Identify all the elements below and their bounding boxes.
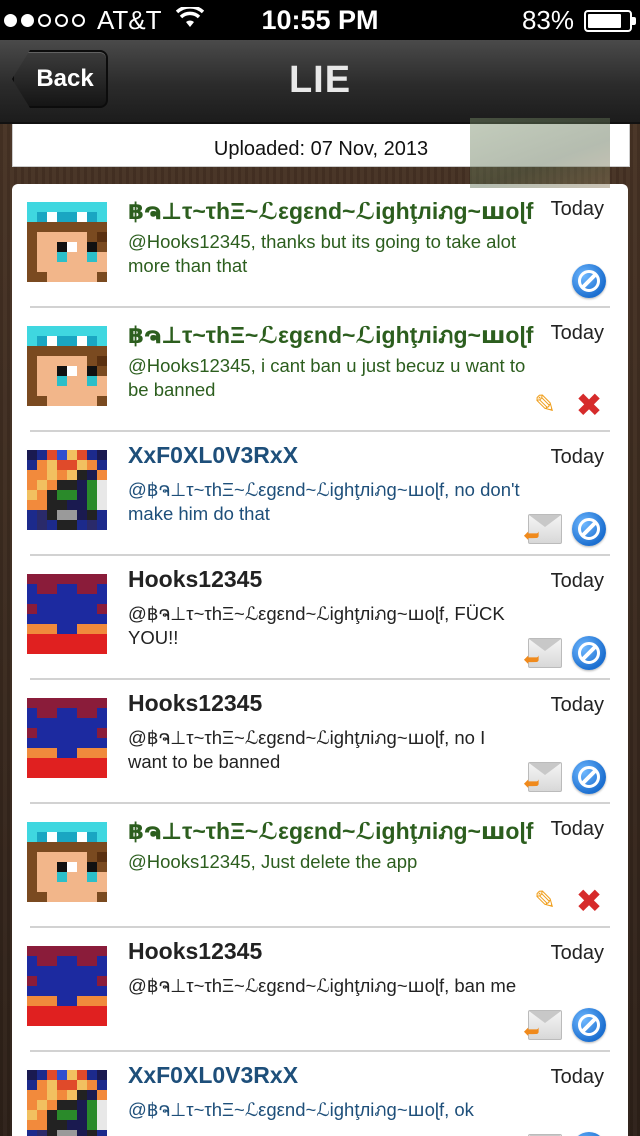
comment-row[interactable]: ฿ຈ⊥τ~τhΞ~ℒεgεnd~ℒighţлiภg~ꟺoɭf Today @Hook… (12, 184, 628, 308)
battery-status: 83% (521, 5, 636, 36)
reply-mail-icon[interactable] (528, 636, 562, 670)
block-icon[interactable] (572, 1132, 606, 1136)
reply-mail-icon[interactable] (528, 1008, 562, 1042)
comment-text: @฿ຈ⊥τ~τhΞ~ℒεgεnd~ℒighţлiภg~ꟺoɭf, ok (128, 1099, 474, 1120)
comment-username[interactable]: XxF0XL0V3RxX (128, 442, 538, 469)
comment-time: Today (550, 446, 604, 468)
battery-percent: 83% (521, 5, 574, 35)
reply-mail-icon[interactable] (528, 760, 562, 794)
comment-actions (572, 264, 606, 298)
comment-row[interactable]: XxF0XL0V3RxX Today @฿ຈ⊥τ~τhΞ~ℒεgεnd~ℒighţл… (12, 1052, 628, 1136)
comment-actions (528, 512, 606, 546)
comment-actions (528, 760, 606, 794)
block-icon[interactable] (572, 512, 606, 546)
comment-actions (528, 1008, 606, 1042)
comment-actions (528, 1132, 606, 1136)
comment-text: @Hooks12345, Just delete the app (128, 851, 418, 872)
comment-row[interactable]: Hooks12345 Today @฿ຈ⊥τ~τhΞ~ℒεgεnd~ℒighţлiภ… (12, 680, 628, 804)
avatar[interactable] (27, 202, 107, 282)
comment-row[interactable]: Hooks12345 Today @฿ຈ⊥τ~τhΞ~ℒεgεnd~ℒighţлiภ… (12, 556, 628, 680)
reply-mail-icon[interactable] (528, 1132, 562, 1136)
grass-block-image (470, 118, 610, 188)
avatar[interactable] (27, 946, 107, 1026)
comment-row[interactable]: ฿ຈ⊥τ~τhΞ~ℒεgεnd~ℒighţлiภg~ꟺoɭf Today @Hook… (12, 804, 628, 928)
comment-row[interactable]: XxF0XL0V3RxX Today @฿ຈ⊥τ~τhΞ~ℒεgεnd~ℒighţл… (12, 432, 628, 556)
battery-icon (584, 9, 636, 32)
comment-username[interactable]: ฿ຈ⊥τ~τhΞ~ℒεgεnd~ℒighţлiภg~ꟺoɭf (128, 194, 538, 230)
comment-time: Today (550, 322, 604, 344)
comment-username[interactable]: Hooks12345 (128, 690, 538, 717)
navigation-bar: LIE Back (0, 40, 640, 124)
comment-text: @฿ຈ⊥τ~τhΞ~ℒεgεnd~ℒighţлiภg~ꟺoɭf, no don'… (128, 479, 520, 524)
comment-username[interactable]: XxF0XL0V3RxX (128, 1062, 538, 1089)
status-bar: AT&T 10:55 PM 83% (0, 0, 640, 40)
comment-row[interactable]: ฿ຈ⊥τ~τhΞ~ℒεgεnd~ℒighţлiภg~ꟺoɭf Today @Hook… (12, 308, 628, 432)
block-icon[interactable] (572, 636, 606, 670)
comment-username[interactable]: Hooks12345 (128, 566, 538, 593)
back-button[interactable]: Back (12, 50, 108, 108)
avatar[interactable] (27, 698, 107, 778)
block-icon[interactable] (572, 264, 606, 298)
comment-time: Today (550, 818, 604, 840)
comment-list[interactable]: ฿ຈ⊥τ~τhΞ~ℒεgεnd~ℒighţлiภg~ꟺoɭf Today @Hook… (12, 184, 628, 1136)
pencil-icon[interactable]: ✎ (528, 884, 562, 918)
avatar[interactable] (27, 326, 107, 406)
delete-x-icon[interactable]: ✖ (572, 386, 606, 424)
block-icon[interactable] (572, 1008, 606, 1042)
pencil-icon[interactable]: ✎ (528, 388, 562, 422)
comment-row[interactable]: Hooks12345 Today @฿ຈ⊥τ~τhΞ~ℒεgεnd~ℒighţлiภ… (12, 928, 628, 1052)
comment-username[interactable]: ฿ຈ⊥τ~τhΞ~ℒεgεnd~ℒighţлiภg~ꟺoɭf (128, 318, 538, 354)
reply-mail-icon[interactable] (528, 512, 562, 546)
comment-actions: ✎ ✖ (528, 386, 606, 424)
comment-actions (528, 636, 606, 670)
comment-text: @฿ຈ⊥τ~τhΞ~ℒεgεnd~ℒighţлiภg~ꟺoɭf, FÜCK YO… (128, 603, 505, 648)
comment-text: @Hooks12345, thanks but its going to tak… (128, 231, 516, 276)
avatar[interactable] (27, 822, 107, 902)
comment-text: @Hooks12345, i cant ban u just becuz u w… (128, 355, 526, 400)
comment-actions: ✎ ✖ (528, 882, 606, 920)
comment-time: Today (550, 198, 604, 220)
comment-time: Today (550, 942, 604, 964)
comment-time: Today (550, 1066, 604, 1088)
avatar[interactable] (27, 1070, 107, 1136)
delete-x-icon[interactable]: ✖ (572, 882, 606, 920)
comment-text: @฿ຈ⊥τ~τhΞ~ℒεgεnd~ℒighţлiภg~ꟺoɭf, ban me (128, 975, 517, 996)
comment-username[interactable]: ฿ຈ⊥τ~τhΞ~ℒεgεnd~ℒighţлiภg~ꟺoɭf (128, 814, 538, 850)
avatar[interactable] (27, 450, 107, 530)
comment-username[interactable]: Hooks12345 (128, 938, 538, 965)
comment-text: @฿ຈ⊥τ~τhΞ~ℒεgεnd~ℒighţлiภg~ꟺoɭf, no I wa… (128, 727, 486, 772)
comment-time: Today (550, 570, 604, 592)
avatar[interactable] (27, 574, 107, 654)
block-icon[interactable] (572, 760, 606, 794)
comment-time: Today (550, 694, 604, 716)
